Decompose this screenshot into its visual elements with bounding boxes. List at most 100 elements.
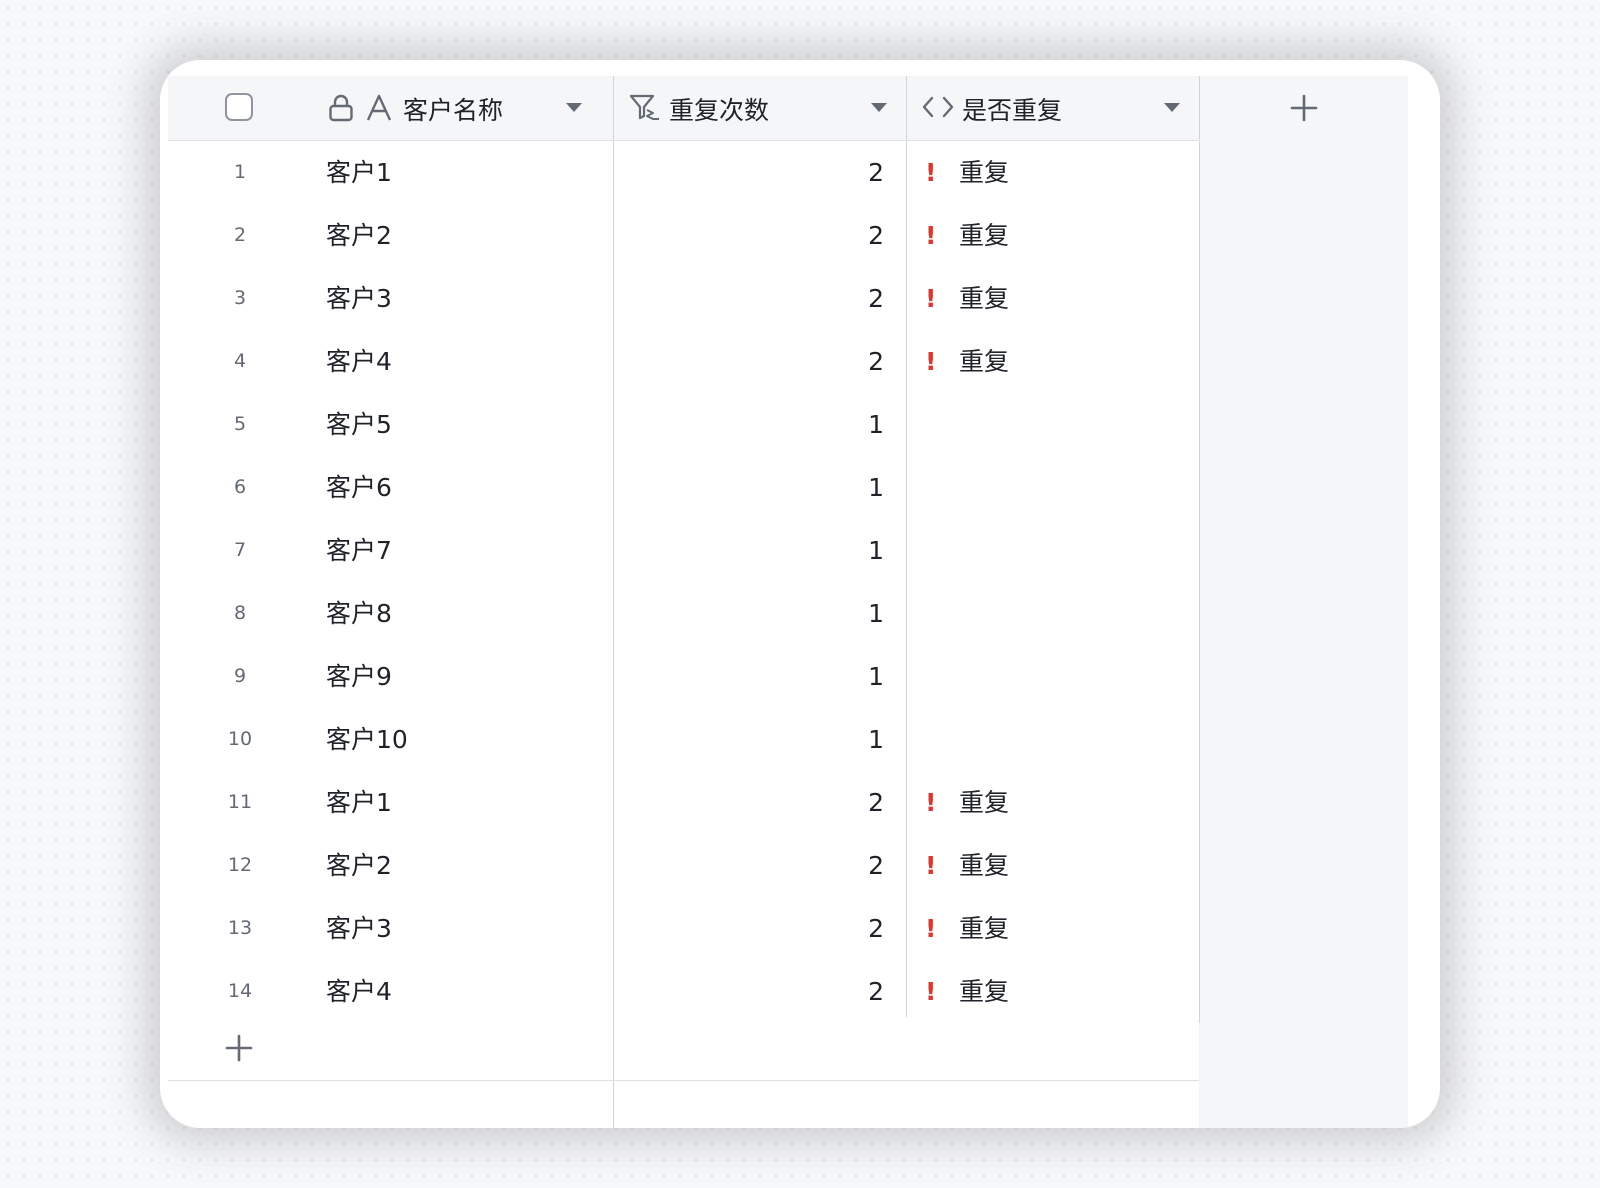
- customer-name-cell[interactable]: 客户8: [326, 582, 392, 645]
- alert-icon: !: [925, 977, 937, 1006]
- column-header-count[interactable]: 重复次数: [613, 76, 906, 140]
- duplicate-cell[interactable]: [906, 393, 1200, 456]
- table-row[interactable]: 4 客户4 2! 重复: [168, 330, 1200, 394]
- alert-icon: !: [925, 221, 937, 250]
- chevron-down-icon[interactable]: [870, 100, 888, 114]
- repeat-count-cell[interactable]: 2: [613, 267, 884, 330]
- row-index: 10: [227, 728, 253, 750]
- table-row[interactable]: 12 客户2 2! 重复: [168, 834, 1200, 898]
- table-row[interactable]: 7 客户7 1: [168, 519, 1200, 583]
- repeat-count-value: 1: [868, 725, 884, 754]
- add-row-plus-icon[interactable]: [224, 1033, 254, 1063]
- alert-icon: !: [925, 788, 937, 817]
- table-row[interactable]: 14 客户4 2! 重复: [168, 960, 1200, 1024]
- customer-name-cell[interactable]: 客户10: [326, 708, 408, 771]
- customer-name-cell[interactable]: 客户6: [326, 456, 392, 519]
- lock-icon: [329, 94, 353, 122]
- table-row[interactable]: 10 客户10 1: [168, 708, 1200, 772]
- duplicate-cell[interactable]: ! 重复: [906, 771, 1200, 834]
- data-grid: 客户名称 重复次数 是否重复 1 客户1 2 ! 重复 2 客户2 2 ! 重复…: [168, 76, 1408, 1128]
- table-row[interactable]: 1 客户1 2! 重复: [168, 141, 1200, 205]
- text-field-icon: [366, 94, 392, 121]
- row-index: 5: [233, 413, 247, 435]
- duplicate-status: 重复: [959, 914, 1010, 943]
- repeat-count-cell[interactable]: 1: [613, 456, 884, 519]
- repeat-count-value: 2: [868, 347, 884, 376]
- column-label-name: 客户名称: [403, 96, 504, 125]
- customer-name-cell[interactable]: 客户2: [326, 204, 392, 267]
- customer-name-cell[interactable]: 客户1: [326, 141, 392, 204]
- table-row[interactable]: 9 客户9 1: [168, 645, 1200, 709]
- row-index: 11: [227, 791, 253, 813]
- repeat-count-cell[interactable]: 2: [613, 771, 884, 834]
- chevron-down-icon[interactable]: [565, 100, 583, 114]
- duplicate-status: 重复: [959, 977, 1010, 1006]
- table-row[interactable]: 11 客户1 2! 重复: [168, 771, 1200, 835]
- filter-formula-icon: [629, 94, 659, 120]
- repeat-count-cell[interactable]: 2: [613, 204, 884, 267]
- repeat-count-cell[interactable]: 1: [613, 708, 884, 771]
- table-row[interactable]: 5 客户5 1: [168, 393, 1200, 457]
- code-icon: [922, 96, 954, 118]
- duplicate-cell[interactable]: ! 重复: [906, 141, 1200, 204]
- repeat-count-value: 2: [868, 977, 884, 1006]
- duplicate-status: 重复: [959, 788, 1010, 817]
- alert-icon: !: [925, 347, 937, 376]
- repeat-count-cell[interactable]: 1: [613, 519, 884, 582]
- table-row[interactable]: 6 客户6 1: [168, 456, 1200, 520]
- duplicate-cell[interactable]: [906, 456, 1200, 519]
- customer-name-cell[interactable]: 客户2: [326, 834, 392, 897]
- duplicate-cell[interactable]: ! 重复: [906, 267, 1200, 330]
- repeat-count-cell[interactable]: 1: [613, 582, 884, 645]
- duplicate-cell[interactable]: [906, 519, 1200, 582]
- repeat-count-cell[interactable]: 2: [613, 834, 884, 897]
- chevron-down-icon[interactable]: [1163, 100, 1181, 114]
- row-index: 14: [227, 980, 253, 1002]
- customer-name-cell[interactable]: 客户9: [326, 645, 392, 708]
- repeat-count-cell[interactable]: 1: [613, 393, 884, 456]
- repeat-count-value: 2: [868, 221, 884, 250]
- duplicate-cell[interactable]: [906, 582, 1200, 645]
- column-label-duplicate: 是否重复: [962, 96, 1063, 125]
- duplicate-cell[interactable]: ! 重复: [906, 960, 1200, 1023]
- duplicate-cell[interactable]: ! 重复: [906, 330, 1200, 393]
- row-index: 3: [233, 287, 247, 309]
- customer-name-cell[interactable]: 客户4: [326, 330, 392, 393]
- row-index: 9: [233, 665, 247, 687]
- add-column-button[interactable]: [1199, 76, 1408, 140]
- customer-name-cell[interactable]: 客户3: [326, 267, 392, 330]
- repeat-count-value: 1: [868, 662, 884, 691]
- customer-name-cell[interactable]: 客户4: [326, 960, 392, 1023]
- repeat-count-value: 1: [868, 473, 884, 502]
- duplicate-cell[interactable]: ! 重复: [906, 204, 1200, 267]
- repeat-count-cell[interactable]: 2: [613, 141, 884, 204]
- repeat-count-cell[interactable]: 2: [613, 960, 884, 1023]
- customer-name-cell[interactable]: 客户3: [326, 897, 392, 960]
- duplicate-cell[interactable]: ! 重复: [906, 834, 1200, 897]
- duplicate-cell[interactable]: [906, 708, 1200, 771]
- alert-icon: !: [925, 284, 937, 313]
- repeat-count-value: 1: [868, 536, 884, 565]
- repeat-count-cell[interactable]: 1: [613, 645, 884, 708]
- table-row[interactable]: 8 客户8 1: [168, 582, 1200, 646]
- repeat-count-cell[interactable]: 2: [613, 897, 884, 960]
- duplicate-cell[interactable]: ! 重复: [906, 897, 1200, 960]
- select-all-checkbox[interactable]: [225, 93, 253, 121]
- table-row[interactable]: 2 客户2 2! 重复: [168, 204, 1200, 268]
- customer-name-cell[interactable]: 客户5: [326, 393, 392, 456]
- customer-name-cell[interactable]: 客户1: [326, 771, 392, 834]
- table-card: 客户名称 重复次数 是否重复 1 客户1 2 ! 重复 2 客户2 2 ! 重复…: [160, 60, 1440, 1128]
- table-row[interactable]: 13 客户3 2! 重复: [168, 897, 1200, 961]
- alert-icon: !: [925, 158, 937, 187]
- duplicate-cell[interactable]: [906, 645, 1200, 708]
- column-label-count: 重复次数: [669, 96, 770, 125]
- empty-column-area: [1199, 140, 1408, 1128]
- column-header-duplicate[interactable]: 是否重复: [906, 76, 1200, 140]
- column-header-name[interactable]: 客户名称: [168, 76, 612, 140]
- add-row[interactable]: [168, 1017, 1199, 1081]
- customer-name-cell[interactable]: 客户7: [326, 519, 392, 582]
- table-row[interactable]: 3 客户3 2 ! 重复: [168, 267, 1200, 331]
- alert-icon: !: [925, 914, 937, 943]
- repeat-count-cell[interactable]: 2: [613, 330, 884, 393]
- repeat-count-value: 1: [868, 410, 884, 439]
